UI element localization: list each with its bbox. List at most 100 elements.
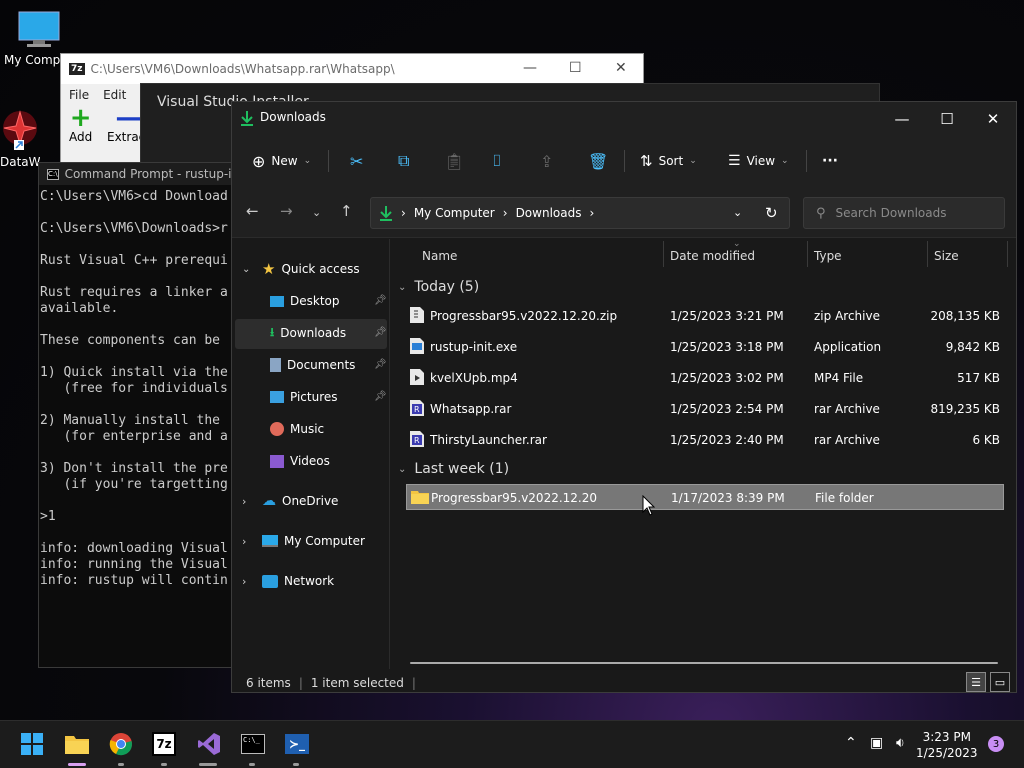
- volume-icon[interactable]: 🔉︎: [896, 735, 905, 751]
- file-size: 517 KB: [957, 371, 1000, 385]
- back-arrow-icon[interactable]: ←: [246, 202, 259, 220]
- nav-onedrive[interactable]: › ☁ OneDrive: [242, 487, 338, 515]
- file-size: 819,235 KB: [930, 402, 1000, 416]
- nav-label: Network: [284, 574, 335, 588]
- star-icon: ★: [262, 260, 276, 278]
- maximize-icon[interactable]: ☐: [569, 60, 582, 76]
- group-header-today[interactable]: ⌄ Today (5): [398, 279, 479, 295]
- more-options-icon[interactable]: ···: [822, 150, 838, 172]
- new-button[interactable]: ⊕ New ⌄: [252, 150, 311, 172]
- cmd-line: info: downloading Visual: [40, 541, 228, 556]
- address-bar[interactable]: › My Computer › Downloads › ⌄ ↻: [370, 197, 790, 229]
- file-size: 208,135 KB: [930, 309, 1000, 323]
- menu-file[interactable]: File: [69, 88, 89, 102]
- delete-icon[interactable]: 🗑︎: [588, 150, 608, 172]
- paste-icon[interactable]: 📋︎: [444, 150, 464, 172]
- nav-item-documents[interactable]: Documents: [270, 351, 355, 379]
- file-date: 1/25/2023 3:02 PM: [670, 371, 784, 385]
- thumbnails-view-icon[interactable]: ▭: [990, 672, 1010, 692]
- group-label: Today (5): [414, 279, 480, 295]
- visual-studio-icon[interactable]: [196, 731, 222, 757]
- file-row[interactable]: Progressbar95.v2022.12.20.zip 1/25/2023 3…: [406, 303, 1004, 329]
- close-icon[interactable]: ✕: [971, 106, 1015, 132]
- nav-my-computer[interactable]: › My Computer: [242, 527, 365, 555]
- command-prompt-icon[interactable]: C:\_: [240, 731, 266, 757]
- chevron-right-icon: ›: [401, 206, 406, 220]
- explorer-titlebar[interactable]: Downloads — ☐ ✕: [232, 102, 1016, 134]
- cmd-line: Rust Visual C++ prerequi: [40, 253, 228, 268]
- file-type: zip Archive: [814, 309, 880, 323]
- application-icon: [410, 338, 424, 354]
- chrome-icon[interactable]: [108, 731, 134, 757]
- column-header-name[interactable]: Name: [422, 249, 457, 263]
- file-explorer-window[interactable]: Downloads — ☐ ✕ ⊕ New ⌄ ✂ ⧉ 📋︎ ⌷ ⇪ 🗑︎ ⇅ …: [231, 101, 1017, 693]
- pin-icon[interactable]: 📌︎: [374, 391, 387, 402]
- nav-item-videos[interactable]: Videos: [270, 447, 330, 475]
- nav-item-downloads[interactable]: ⭳ Downloads: [270, 319, 346, 347]
- column-header-size[interactable]: Size: [934, 249, 959, 263]
- group-header-last-week[interactable]: ⌄ Last week (1): [398, 461, 509, 477]
- file-row[interactable]: R Whatsapp.rar 1/25/2023 2:54 PM rar Archiv…: [406, 396, 1004, 422]
- minimize-icon[interactable]: —: [523, 60, 537, 76]
- cmd-title: Command Prompt - rustup-init: [64, 167, 237, 181]
- details-view-icon[interactable]: ☰: [966, 672, 986, 692]
- cmd-line: (if you're targetting: [40, 477, 228, 492]
- refresh-icon[interactable]: ↻: [765, 204, 778, 222]
- add-button[interactable]: + Add: [69, 105, 93, 144]
- sevenzip-taskbar-icon[interactable]: 7z: [151, 731, 177, 757]
- nav-item-pictures[interactable]: Pictures: [270, 383, 338, 411]
- rar-file-icon: R: [410, 431, 424, 447]
- view-button[interactable]: ☰ View ⌄: [728, 150, 789, 172]
- sevenzip-logo-icon: 7z: [69, 63, 85, 75]
- recent-chevron-icon[interactable]: ⌄: [312, 206, 321, 219]
- pin-icon[interactable]: 📌︎: [374, 327, 387, 338]
- desktop-icon-dataw[interactable]: DataW: [0, 108, 40, 169]
- address-row: ← → ⌄ ↑ › My Computer › Downloads › ⌄ ↻ …: [232, 188, 1016, 238]
- breadcrumb-my-computer[interactable]: My Computer: [414, 206, 495, 220]
- file-row[interactable]: kvelXUpb.mp4 1/25/2023 3:02 PM MP4 File 517…: [406, 365, 1004, 391]
- cmd-window[interactable]: C:\ Command Prompt - rustup-init C:\User…: [38, 162, 238, 668]
- file-explorer-taskbar-icon[interactable]: [64, 731, 90, 757]
- horizontal-scrollbar[interactable]: [410, 662, 998, 664]
- address-dropdown-icon[interactable]: ⌄: [733, 206, 742, 219]
- notification-badge[interactable]: 3: [988, 736, 1004, 752]
- file-row[interactable]: Progressbar95.v2022.12.20 1/17/2023 8:39 …: [406, 484, 1004, 510]
- nav-label: Pictures: [290, 390, 338, 404]
- chevron-up-icon[interactable]: ⌃: [845, 735, 857, 751]
- file-size: 9,842 KB: [945, 340, 1000, 354]
- sevenzip-titlebar[interactable]: 7z C:\Users\VM6\Downloads\Whatsapp.rar\W…: [61, 54, 643, 84]
- file-row[interactable]: rustup-init.exe 1/25/2023 3:18 PM Applicat…: [406, 334, 1004, 360]
- cut-icon[interactable]: ✂: [350, 150, 363, 172]
- maximize-icon[interactable]: ☐: [925, 106, 969, 132]
- nav-item-music[interactable]: Music: [270, 415, 324, 443]
- breadcrumb-downloads[interactable]: Downloads: [516, 206, 582, 220]
- chevron-right-icon: ›: [242, 534, 247, 548]
- up-arrow-icon[interactable]: ↑: [340, 202, 353, 220]
- copy-icon[interactable]: ⧉: [398, 150, 409, 172]
- add-label: Add: [69, 130, 93, 144]
- minimize-icon[interactable]: —: [880, 106, 924, 132]
- taskbar-clock[interactable]: 3:23 PM 1/25/2023: [916, 729, 978, 761]
- nav-network[interactable]: › Network: [242, 567, 334, 595]
- file-name: kvelXUpb.mp4: [430, 371, 518, 385]
- file-row[interactable]: R ThirstyLauncher.rar 1/25/2023 2:40 PM rar…: [406, 427, 1004, 453]
- search-box[interactable]: ⚲ Search Downloads: [803, 197, 1005, 229]
- rename-icon[interactable]: ⌷: [492, 150, 502, 172]
- column-header-type[interactable]: Type: [814, 249, 842, 263]
- share-icon[interactable]: ⇪: [540, 150, 553, 172]
- close-icon[interactable]: ✕: [615, 60, 627, 76]
- menu-edit[interactable]: Edit: [103, 88, 126, 102]
- cmd-titlebar[interactable]: C:\ Command Prompt - rustup-init: [39, 163, 237, 185]
- column-header-date[interactable]: Date modified: [670, 249, 755, 263]
- nav-item-desktop[interactable]: Desktop: [270, 287, 340, 315]
- nav-quick-access[interactable]: ⌄ ★ Quick access: [242, 255, 360, 283]
- sort-button[interactable]: ⇅ Sort ⌄: [640, 150, 697, 172]
- start-windows-icon[interactable]: [19, 731, 45, 757]
- pin-icon[interactable]: 📌︎: [374, 359, 387, 370]
- powershell-icon[interactable]: ≻_: [284, 731, 310, 757]
- pin-icon[interactable]: 📌︎: [374, 295, 387, 306]
- chevron-down-icon: ⌄: [242, 263, 251, 275]
- network-status-icon[interactable]: ▣: [870, 735, 883, 751]
- new-label: New: [271, 154, 298, 168]
- forward-arrow-icon[interactable]: →: [280, 202, 293, 220]
